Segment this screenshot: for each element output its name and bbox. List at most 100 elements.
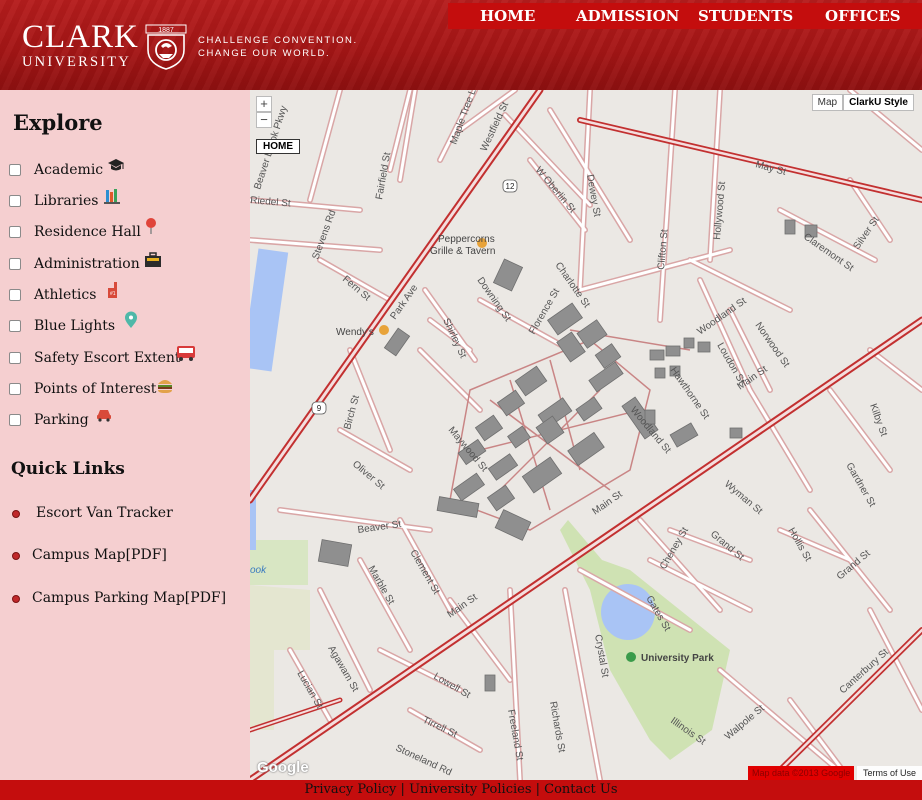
layer-label: Points of Interest [34,381,157,397]
google-logo: Google [257,759,309,776]
foam-finger-icon: #1 [108,282,117,298]
poi-university-park: University Park [641,653,714,664]
park-area [250,650,274,730]
quick-link-label[interactable]: Campus Parking Map[PDF] [32,590,226,606]
tagline-line-1: CHALLENGE CONVENTION. [198,35,358,46]
layer-blue-lights[interactable]: Blue Lights [9,311,137,336]
sidebar: Explore Academic Libraries Residence Hal… [0,90,250,780]
logo-university: UNIVERSITY [22,54,131,70]
street-label: Birch St [342,394,362,431]
layer-libraries[interactable]: Libraries [9,189,120,211]
quick-link-label[interactable]: Campus Map[PDF] [32,547,167,563]
quick-links-heading: Quick Links [11,459,125,479]
street-label: Walpole St [723,703,767,742]
administration-checkbox[interactable] [9,258,21,270]
zoom-in-button[interactable]: + [256,96,272,112]
car-icon [97,410,111,422]
layer-academic[interactable]: Academic [9,159,124,180]
street-label: Lowell St [432,671,473,701]
map-type-control: Map ClarkU Style [811,94,914,111]
svg-text:#1: #1 [110,291,116,297]
route-9-label: 9 [317,404,322,413]
layer-residence-hall[interactable]: Residence Hall [9,218,156,242]
map-pin-icon [146,218,156,234]
parking-checkbox[interactable] [9,414,21,426]
map-canvas[interactable]: 12 9 Peppercorns Grille & Tavern Wendy's… [250,90,922,780]
bus-icon [177,346,195,361]
nav-offices[interactable]: OFFICES [825,3,901,29]
site-footer: Privacy Policy | University Policies | C… [0,780,922,800]
residence-hall-checkbox[interactable] [9,226,21,238]
logo-wordmark: CLARK [22,19,139,55]
campus-map[interactable]: 12 9 Peppercorns Grille & Tavern Wendy's… [250,90,922,780]
tagline: CHALLENGE CONVENTION. CHANGE OUR WORLD. [198,34,358,60]
street-label: Main St [590,489,624,518]
teal-marker-icon [125,311,137,328]
park-pond [601,584,655,640]
bullet-icon [12,510,20,518]
street-label: Freeland St [505,709,525,762]
street-label: Silver St [851,215,881,252]
university-seal-icon: 1887 [145,24,187,70]
map-type-map[interactable]: Map [811,94,844,111]
safety-escort-checkbox[interactable] [9,352,21,364]
street-label: Oliver St [350,459,387,492]
academic-checkbox[interactable] [9,164,21,176]
layer-label: Libraries [34,193,99,209]
layer-administration[interactable]: Administration [9,252,161,274]
route-12-label: 12 [506,182,515,191]
layer-safety-escort[interactable]: Safety Escort Extent [9,346,195,368]
layer-points-of-interest[interactable]: Points of Interest [9,379,172,399]
bullet-icon [12,552,20,560]
books-icon [104,189,120,204]
street-label: Tirrell St [421,715,459,741]
nav-students[interactable]: STUDENTS [698,3,793,29]
poi-peppercorns: Peppercorns [438,234,495,245]
footer-privacy-policy[interactable]: Privacy Policy [304,782,396,797]
layer-label: Safety Escort Extent [34,350,181,366]
tagline-line-2: CHANGE OUR WORLD. [198,48,331,59]
layer-label: Athletics [34,287,97,303]
restaurant-icon[interactable] [379,325,389,335]
university-park-area[interactable] [560,520,730,760]
layer-label: Administration [34,256,140,272]
site-header: CLARK UNIVERSITY 1887 CHALLENGE CONVENTI… [0,0,922,90]
map-attribution: Map data ©2013 Google [748,766,855,780]
street-label: Wyman St [722,479,765,517]
layer-label: Blue Lights [34,318,116,334]
footer-contact-us[interactable]: Contact Us [544,782,617,797]
zoom-out-button[interactable]: − [256,112,272,128]
footer-separator: | [396,782,410,797]
poi-wendys: Wendy's [336,327,374,338]
clark-logo[interactable]: CLARK UNIVERSITY [22,19,139,71]
footer-university-policies[interactable]: University Policies [409,782,531,797]
street-label: Stevens Rd [310,209,338,261]
map-type-clarku-style[interactable]: ClarkU Style [843,94,914,111]
nav-admission[interactable]: ADMISSION [576,3,679,29]
street-label: Richards St [547,701,567,754]
street-label: Hawthorne St [668,365,712,421]
athletics-checkbox[interactable] [9,289,21,301]
street-label: Shirley St [440,317,468,361]
explore-heading: Explore [13,110,103,135]
street-label: Riedel St [250,195,291,210]
map-home-button[interactable]: HOME [256,139,300,154]
layer-label: Residence Hall [34,224,141,240]
park-area [250,585,310,650]
layer-label: Parking [34,412,89,428]
layer-athletics[interactable]: Athletics #1 [9,282,117,305]
nav-home[interactable]: HOME [480,3,535,29]
graduation-cap-icon [108,159,124,171]
points-of-interest-checkbox[interactable] [9,383,21,395]
street-label: May St [754,159,787,178]
poi-peppercorns-line2: Grille & Tavern [430,246,495,257]
libraries-checkbox[interactable] [9,195,21,207]
blue-lights-checkbox[interactable] [9,320,21,332]
layer-label: Academic [34,162,104,178]
park-tree-icon[interactable] [626,652,636,662]
street-label: Fairfield St [374,151,393,200]
layer-parking[interactable]: Parking [9,410,111,430]
quick-link-label[interactable]: Escort Van Tracker [36,505,173,521]
terms-of-use-link[interactable]: Terms of Use [856,766,922,780]
seal-year: 1887 [158,27,174,34]
